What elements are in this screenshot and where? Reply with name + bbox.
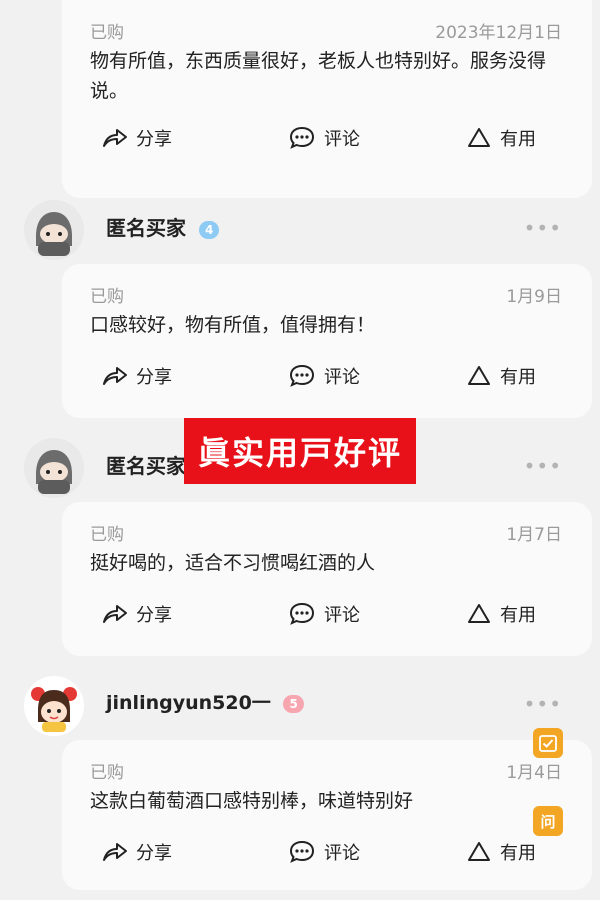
share-label: 分享 [136, 843, 172, 864]
share-icon [103, 605, 127, 623]
review-actions: 分享 评论 有用 [62, 118, 592, 158]
comment-label: 评论 [324, 605, 360, 626]
share-button[interactable]: 分享 [100, 594, 172, 634]
purchased-tag: 已购 [90, 763, 124, 783]
review-date: 2023年12月1日 [435, 23, 562, 43]
useful-icon [468, 604, 490, 623]
purchased-tag: 已购 [90, 525, 124, 545]
review-text: 口感较好，物有所值，值得拥有！ [90, 314, 376, 336]
share-label: 分享 [136, 367, 172, 388]
useful-button[interactable]: 有用 [466, 594, 536, 634]
review-date: 1月4日 [506, 763, 562, 783]
share-icon [103, 367, 127, 385]
review-date: 1月9日 [506, 287, 562, 307]
purchased-tag: 已购 [90, 23, 124, 43]
comment-button[interactable]: 评论 [288, 594, 360, 634]
level-badge: 5 [289, 696, 298, 711]
review-text: 这款白葡萄酒口感特别棒，味道特别好 [90, 790, 414, 812]
useful-button[interactable]: 有用 [466, 356, 536, 396]
reviewer-name: 匿名买家 4 [106, 212, 220, 241]
promo-banner: 眞实用戸好评 [184, 418, 416, 484]
more-options-button[interactable]: ••• [524, 692, 562, 716]
useful-label: 有用 [500, 129, 536, 150]
more-options-button[interactable]: ••• [524, 216, 562, 240]
banner-text: 眞实用戸好评 [197, 434, 402, 472]
share-label: 分享 [136, 129, 172, 150]
reviewer-name-text: 匿名买家 [106, 454, 186, 478]
useful-icon [468, 842, 490, 861]
reviewer-name-text: jinlingyun520一 [106, 692, 271, 714]
comment-icon [289, 126, 315, 149]
comment-label: 评论 [324, 843, 360, 864]
heart-icon: 5 [283, 694, 304, 713]
avatar[interactable] [24, 200, 84, 260]
reviewer-row-2: 匿名买家 4 ••• [0, 194, 600, 264]
review-actions: 分享 评论 有用 [62, 594, 592, 634]
useful-icon [468, 366, 490, 385]
useful-label: 有用 [500, 605, 536, 626]
avatar[interactable] [24, 676, 84, 736]
level-badge: 4 [204, 222, 214, 237]
review-text: 挺好喝的，适合不习惯喝红酒的人 [90, 552, 376, 574]
ask-icon[interactable]: 问 [533, 806, 563, 836]
share-button[interactable]: 分享 [100, 118, 172, 158]
comment-icon [289, 840, 315, 863]
review-text: 物有所值，东西质量很好，老板人也特别好。服务没得说。 [90, 50, 547, 102]
review-card-4: 已购 1月4日 这款白葡萄酒口感特别棒，味道特别好 分享 评论 有用 [62, 740, 592, 890]
useful-label: 有用 [500, 843, 536, 864]
review-actions: 分享 评论 有用 [62, 832, 592, 872]
ask-label: 问 [540, 812, 556, 831]
comment-icon [289, 602, 315, 625]
share-button[interactable]: 分享 [100, 832, 172, 872]
useful-button[interactable]: 有用 [466, 832, 536, 872]
review-actions: 分享 评论 有用 [62, 356, 592, 396]
more-options-button[interactable]: ••• [524, 454, 562, 478]
review-card-3: 已购 1月7日 挺好喝的，适合不习惯喝红酒的人 分享 评论 有用 [62, 502, 592, 656]
useful-button[interactable]: 有用 [466, 118, 536, 158]
share-icon [103, 843, 127, 861]
reviewer-row-4: jinlingyun520一 5 ••• [0, 670, 600, 740]
share-button[interactable]: 分享 [100, 356, 172, 396]
reviewer-name: 匿名买家 [106, 450, 186, 479]
avatar[interactable] [24, 438, 84, 498]
check-icon[interactable] [533, 728, 563, 758]
comment-label: 评论 [324, 367, 360, 388]
comment-button[interactable]: 评论 [288, 118, 360, 158]
useful-label: 有用 [500, 367, 536, 388]
comment-button[interactable]: 评论 [288, 356, 360, 396]
reviewer-name-text: 匿名买家 [106, 216, 186, 240]
reviewer-name: jinlingyun520一 5 [106, 688, 304, 715]
useful-icon [468, 128, 490, 147]
comment-button[interactable]: 评论 [288, 832, 360, 872]
review-card-1: 已购 2023年12月1日 物有所值，东西质量很好，老板人也特别好。服务没得说。… [62, 0, 592, 198]
review-date: 1月7日 [506, 525, 562, 545]
review-card-2: 已购 1月9日 口感较好，物有所值，值得拥有！ 分享 评论 有用 [62, 264, 592, 418]
share-icon [103, 129, 127, 147]
share-label: 分享 [136, 605, 172, 626]
comment-icon [289, 364, 315, 387]
comment-label: 评论 [324, 129, 360, 150]
diamond-icon: 4 [198, 220, 220, 239]
purchased-tag: 已购 [90, 287, 124, 307]
